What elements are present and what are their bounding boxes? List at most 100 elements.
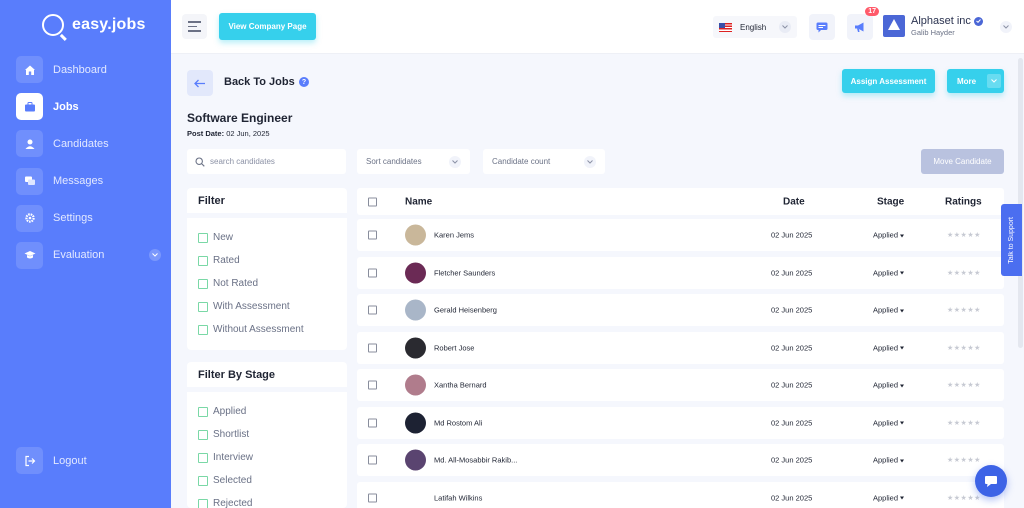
table-row[interactable]: Robert Jose 02 Jun 2025 Applied ★★★★★ bbox=[357, 331, 1004, 364]
filter-checkbox[interactable] bbox=[198, 255, 208, 266]
sort-candidates-select[interactable]: Sort candidates bbox=[357, 149, 470, 174]
filter-checkbox[interactable] bbox=[198, 278, 208, 289]
filter-option[interactable]: With Assessment bbox=[198, 295, 336, 318]
stage-dropdown[interactable]: Applied bbox=[873, 231, 905, 240]
stage-dropdown[interactable]: Applied bbox=[873, 343, 905, 352]
row-checkbox[interactable] bbox=[368, 418, 377, 427]
more-button[interactable]: More bbox=[947, 69, 1004, 93]
filter-option[interactable]: Selected bbox=[198, 469, 336, 492]
messages-button[interactable] bbox=[809, 14, 835, 40]
candidate-name[interactable]: Fletcher Saunders bbox=[434, 268, 495, 277]
table-row[interactable]: Fletcher Saunders 02 Jun 2025 Applied ★★★★★ bbox=[357, 256, 1004, 289]
sidebar-item-settings[interactable]: Settings bbox=[16, 204, 161, 232]
stage-dropdown[interactable]: Applied bbox=[873, 306, 905, 315]
brand-logo[interactable]: easy.jobs bbox=[42, 14, 146, 36]
rating-stars[interactable]: ★★★★★ bbox=[947, 231, 981, 239]
rating-stars[interactable]: ★★★★★ bbox=[947, 269, 981, 277]
stage-dropdown[interactable]: Applied bbox=[873, 268, 905, 277]
filter-option[interactable]: Without Assessment bbox=[198, 318, 336, 341]
verified-icon bbox=[973, 16, 983, 26]
candidate-name[interactable]: Robert Jose bbox=[434, 343, 474, 352]
filter-checkbox[interactable] bbox=[198, 232, 208, 243]
scrollbar[interactable] bbox=[1018, 58, 1023, 348]
rating-stars[interactable]: ★★★★★ bbox=[947, 306, 981, 314]
ratings-column-header[interactable]: Ratings bbox=[945, 196, 982, 207]
chevron-down-icon[interactable] bbox=[1000, 21, 1012, 33]
caret-down-icon bbox=[900, 234, 905, 238]
caret-down-icon bbox=[900, 459, 905, 463]
candidate-name[interactable]: Latifah Wilkins bbox=[434, 493, 482, 502]
back-to-jobs-link[interactable]: Back To Jobs bbox=[224, 76, 295, 88]
row-checkbox[interactable] bbox=[368, 305, 377, 315]
stage-dropdown[interactable]: Applied bbox=[873, 456, 905, 465]
table-row[interactable]: Karen Jems 02 Jun 2025 Applied ★★★★★ bbox=[357, 219, 1004, 251]
filter-checkbox[interactable] bbox=[198, 406, 208, 417]
caret-down-icon bbox=[900, 496, 905, 500]
candidate-name[interactable]: Gerald Heisenberg bbox=[434, 306, 497, 315]
sidebar-item-dashboard[interactable]: Dashboard bbox=[16, 56, 161, 83]
menu-toggle-button[interactable] bbox=[182, 14, 207, 39]
sidebar-item-jobs[interactable]: Jobs bbox=[16, 93, 161, 121]
chevron-down-icon[interactable] bbox=[149, 249, 161, 262]
filter-option[interactable]: Rated bbox=[198, 249, 336, 272]
help-icon[interactable]: ? bbox=[299, 77, 309, 87]
table-row[interactable]: Latifah Wilkins 02 Jun 2025 Applied ★★★★★ bbox=[357, 481, 1004, 508]
table-row[interactable]: Md Rostom Ali 02 Jun 2025 Applied ★★★★★ bbox=[357, 406, 1004, 439]
sidebar-item-messages[interactable]: Messages bbox=[16, 167, 161, 195]
search-box[interactable] bbox=[187, 149, 346, 174]
table-row[interactable]: Xantha Bernard 02 Jun 2025 Applied ★★★★★ bbox=[357, 369, 1004, 401]
filter-checkbox[interactable] bbox=[198, 452, 208, 463]
table-row[interactable]: Md. All-Mosabbir Rakib... 02 Jun 2025 Appl… bbox=[357, 444, 1004, 476]
candidate-name[interactable]: Md Rostom Ali bbox=[434, 418, 482, 427]
rating-stars[interactable]: ★★★★★ bbox=[947, 381, 981, 389]
logout-button[interactable]: Logout bbox=[16, 447, 87, 474]
notifications-button[interactable]: 17 bbox=[847, 7, 879, 40]
row-checkbox[interactable] bbox=[368, 380, 377, 390]
row-checkbox[interactable] bbox=[368, 268, 377, 277]
filter-option[interactable]: New bbox=[198, 226, 336, 249]
row-checkbox[interactable] bbox=[368, 343, 377, 352]
stage-dropdown[interactable]: Applied bbox=[873, 493, 905, 502]
filter-checkbox[interactable] bbox=[198, 429, 208, 440]
filter-checkbox[interactable] bbox=[198, 498, 208, 508]
chat-widget-button[interactable] bbox=[975, 465, 1007, 497]
date-column-header[interactable]: Date bbox=[783, 196, 805, 207]
candidate-count-select[interactable]: Candidate count bbox=[483, 149, 605, 174]
filter-option[interactable]: Applied bbox=[198, 400, 336, 423]
company-switcher[interactable]: Alphaset inc Galib Hayder bbox=[883, 15, 983, 37]
search-input[interactable] bbox=[210, 157, 330, 166]
filter-checkbox[interactable] bbox=[198, 324, 208, 335]
table-row[interactable]: Gerald Heisenberg 02 Jun 2025 Applied ★★★★★ bbox=[357, 294, 1004, 326]
rating-stars[interactable]: ★★★★★ bbox=[947, 494, 981, 502]
row-checkbox[interactable] bbox=[368, 455, 377, 465]
candidate-name[interactable]: Md. All-Mosabbir Rakib... bbox=[434, 456, 517, 465]
assign-assessment-button[interactable]: Assign Assessment bbox=[842, 69, 935, 93]
candidate-name[interactable]: Karen Jems bbox=[434, 231, 474, 240]
talk-to-support-tab[interactable]: Talk to Support bbox=[1001, 204, 1022, 276]
applied-date: 02 Jun 2025 bbox=[771, 268, 813, 277]
view-company-page-button[interactable]: View Company Page bbox=[219, 13, 316, 40]
sidebar-item-candidates[interactable]: Candidates bbox=[16, 130, 161, 158]
candidate-name[interactable]: Xantha Bernard bbox=[434, 381, 487, 390]
rating-stars[interactable]: ★★★★★ bbox=[947, 456, 981, 464]
applied-date: 02 Jun 2025 bbox=[771, 418, 813, 427]
rating-stars[interactable]: ★★★★★ bbox=[947, 344, 981, 352]
stage-column-header[interactable]: Stage bbox=[877, 196, 904, 207]
filter-checkbox[interactable] bbox=[198, 475, 208, 486]
select-all-checkbox[interactable] bbox=[368, 197, 377, 206]
rating-stars[interactable]: ★★★★★ bbox=[947, 419, 981, 427]
filter-option[interactable]: Interview bbox=[198, 446, 336, 469]
stage-dropdown[interactable]: Applied bbox=[873, 381, 905, 390]
filter-option[interactable]: Shortlist bbox=[198, 423, 336, 446]
filter-option[interactable]: Not Rated bbox=[198, 272, 336, 295]
stage-dropdown[interactable]: Applied bbox=[873, 418, 905, 427]
row-checkbox[interactable] bbox=[368, 493, 377, 502]
name-column-header[interactable]: Name bbox=[405, 196, 432, 207]
row-checkbox[interactable] bbox=[368, 230, 377, 240]
language-select[interactable]: English bbox=[713, 16, 797, 38]
move-candidate-button[interactable]: Move Candidate bbox=[921, 149, 1004, 174]
back-button[interactable] bbox=[187, 70, 213, 96]
filter-checkbox[interactable] bbox=[198, 301, 208, 312]
filter-option[interactable]: Rejected bbox=[198, 492, 336, 508]
sidebar-item-evaluation[interactable]: Evaluation bbox=[16, 241, 161, 269]
